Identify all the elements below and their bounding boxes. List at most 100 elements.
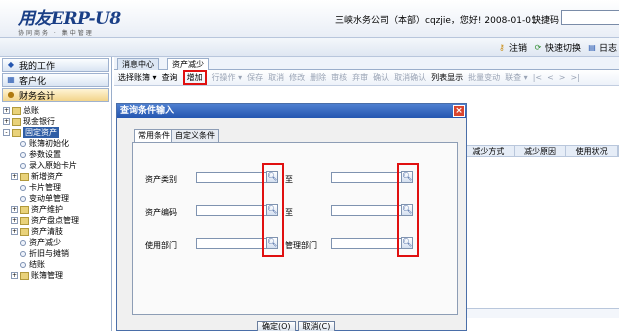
expand-icon[interactable]: + xyxy=(11,272,18,279)
diary-label: 日志 xyxy=(598,44,617,54)
toolbar-btn-9[interactable]: 弃审 xyxy=(352,72,368,83)
expand-icon[interactable]: + xyxy=(3,118,10,125)
asset-code-from-input[interactable] xyxy=(196,205,268,216)
expand-icon[interactable]: + xyxy=(3,107,10,114)
tree-node-label: 现金银行 xyxy=(23,117,55,126)
tree-node[interactable]: 录入原始卡片 xyxy=(0,160,111,171)
tree-node[interactable]: 折旧与摊销 xyxy=(0,248,111,259)
folder-icon xyxy=(20,172,29,181)
sidebar-btn-label: 客户化 xyxy=(19,76,47,87)
tab-asset-reduction[interactable]: 资产减少 xyxy=(167,58,209,70)
quick-switch-link[interactable]: ⟳ 快速切换 xyxy=(533,41,581,55)
toolbar-btn-1[interactable]: 查询 xyxy=(162,72,178,83)
folder-icon xyxy=(20,205,29,214)
tree-node[interactable]: 资产减少 xyxy=(0,237,111,248)
use-dept-input[interactable] xyxy=(196,238,268,249)
expand-icon[interactable]: + xyxy=(11,217,18,224)
close-icon[interactable]: × xyxy=(453,105,465,117)
highlight-box-right xyxy=(397,163,419,257)
tree-node-label: 固定资产 xyxy=(23,127,59,138)
toolbar-btn-17[interactable]: > xyxy=(559,73,566,82)
manage-dept-label: 管理部门 xyxy=(285,241,317,250)
toolbar-btn-10[interactable]: 确认 xyxy=(373,72,389,83)
tree-node-label: 账簿初始化 xyxy=(29,139,69,148)
col-reduce-method[interactable]: 减少方式 xyxy=(463,146,515,156)
tree-node[interactable]: + 账簿管理 xyxy=(0,270,111,281)
switch-icon: ⟳ xyxy=(534,42,542,52)
toolbar-btn-5[interactable]: 取消 xyxy=(268,72,284,83)
toolbar-btn-0[interactable]: 选择账簿 ▾ xyxy=(118,72,157,83)
my-work-icon: ◆ xyxy=(7,60,15,69)
sidebar-btn-my-work[interactable]: ◆ 我的工作 xyxy=(2,58,109,72)
toolbar-btn-2[interactable]: 增加 xyxy=(182,70,207,85)
folder-icon xyxy=(12,106,21,115)
tab-message-center[interactable]: 消息中心 xyxy=(117,58,159,70)
asset-type-to-input[interactable] xyxy=(331,172,403,183)
sidebar-btn-label: 我的工作 xyxy=(19,61,56,72)
tree-node[interactable]: + 资产清肢 xyxy=(0,226,111,237)
grid-footer xyxy=(462,308,619,318)
tree-node[interactable]: + 新增资产 xyxy=(0,171,111,182)
logo: 用友ERP-U8 协同商务 · 集中管理 xyxy=(18,4,121,37)
folder-icon xyxy=(12,128,21,137)
doc-icon xyxy=(20,195,26,202)
dialog-title-bar: 查询条件输入 × xyxy=(117,104,466,118)
toolbar-btn-4[interactable]: 保存 xyxy=(247,72,263,83)
tree-node[interactable]: 账簿初始化 xyxy=(0,138,111,149)
sidebar-btn-finance[interactable]: ● 财务会计 xyxy=(2,88,109,102)
cancel-button[interactable]: 取消(C) xyxy=(297,321,336,331)
folder-icon xyxy=(20,216,29,225)
tree-node-label: 资产盘点管理 xyxy=(31,216,79,225)
tab-common-conditions[interactable]: 常用条件 xyxy=(134,129,174,142)
tree-node-label: 总账 xyxy=(23,106,39,115)
asset-code-to-input[interactable] xyxy=(331,205,403,216)
tree-node[interactable]: 变动单管理 xyxy=(0,193,111,204)
toolbar-btn-6[interactable]: 修改 xyxy=(289,72,305,83)
tree-node[interactable]: + 资产盘点管理 xyxy=(0,215,111,226)
expand-icon[interactable]: + xyxy=(11,206,18,213)
tree-node[interactable]: 参数设置 xyxy=(0,149,111,160)
tree-node-label: 参数设置 xyxy=(29,150,61,159)
tree-node[interactable]: 结账 xyxy=(0,259,111,270)
tree-node[interactable]: + 资产维护 xyxy=(0,204,111,215)
logo-text: 用友ERP-U8 xyxy=(18,9,121,29)
tree-node[interactable]: - 固定资产 xyxy=(0,127,111,138)
diary-icon: ▤ xyxy=(588,42,596,52)
toolbar-btn-11[interactable]: 取消确认 xyxy=(394,72,426,83)
folder-icon xyxy=(12,117,21,126)
toolbar-btn-15[interactable]: |< xyxy=(533,73,542,82)
col-reduce-reason[interactable]: 减少原因 xyxy=(515,146,567,156)
toolbar-btn-18[interactable]: >| xyxy=(571,73,580,82)
toolbar-btn-14[interactable]: 联查 ▾ xyxy=(505,72,528,83)
tree-node[interactable]: 卡片管理 xyxy=(0,182,111,193)
doc-icon xyxy=(20,140,26,147)
expand-icon[interactable]: + xyxy=(11,228,18,235)
toolbar-btn-3[interactable]: 行操作 ▾ xyxy=(212,72,243,83)
manage-dept-input[interactable] xyxy=(331,238,403,249)
finance-icon: ● xyxy=(7,90,15,99)
tree-node[interactable]: + 总账 xyxy=(0,105,111,116)
tab-custom-conditions[interactable]: 自定义条件 xyxy=(171,129,219,142)
sidebar-btn-customize[interactable]: ▦ 客户化 xyxy=(2,73,109,87)
doc-icon xyxy=(20,250,26,257)
asset-type-from-input[interactable] xyxy=(196,172,268,183)
quick-code-input[interactable] xyxy=(561,10,619,25)
toolbar-btn-16[interactable]: < xyxy=(547,73,554,82)
toolbar-btn-12[interactable]: 列表显示 xyxy=(431,72,463,83)
tab-bar: 消息中心 资产减少 xyxy=(114,57,619,70)
tree-node[interactable]: + 现金银行 xyxy=(0,116,111,127)
logout-link[interactable]: ⚷ 注销 xyxy=(497,41,527,55)
toolbar-btn-13[interactable]: 批量变动 xyxy=(468,72,500,83)
tree-node-label: 结账 xyxy=(29,260,45,269)
diary-link[interactable]: ▤ 日志 xyxy=(587,41,617,55)
ok-button[interactable]: 确定(O) xyxy=(257,321,296,331)
tree-node-label: 资产维护 xyxy=(31,205,63,214)
nav-tree: + 总账 + 现金银行 - 固定资产 账簿初始化参数设置 录入原始卡片 + 新增资产 卡片管理 变动单… xyxy=(0,105,111,281)
tree-node-label: 卡片管理 xyxy=(29,183,61,192)
collapse-icon[interactable]: - xyxy=(3,129,10,136)
expand-icon[interactable]: + xyxy=(11,173,18,180)
toolbar-btn-7[interactable]: 删除 xyxy=(310,72,326,83)
tree-node-label: 账簿管理 xyxy=(31,271,63,280)
col-use-status[interactable]: 使用状况 xyxy=(566,146,619,156)
toolbar-btn-8[interactable]: 审核 xyxy=(331,72,347,83)
